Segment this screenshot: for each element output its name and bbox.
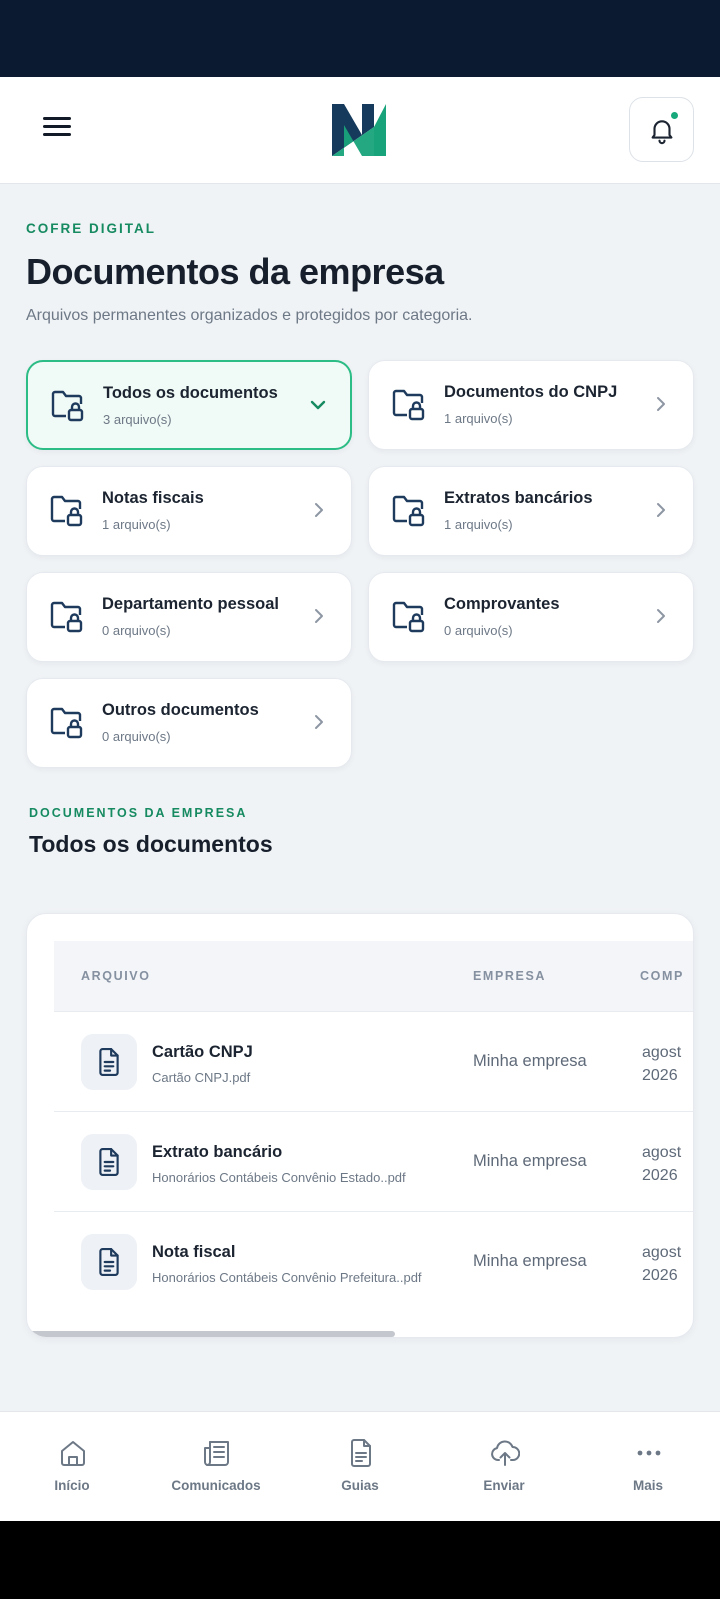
file-tile [81, 1034, 137, 1090]
file-filename: Honorários Contábeis Convênio Prefeitura… [152, 1270, 422, 1285]
category-name: Documentos do CNPJ [444, 383, 618, 401]
folder-lock-icon [392, 389, 425, 421]
chevron-down-icon [310, 400, 326, 410]
file-company: Minha empresa [473, 1052, 587, 1070]
category-count: 0 arquivo(s) [102, 729, 171, 744]
column-header-arquivo: ARQUIVO [81, 969, 151, 983]
home-icon [61, 1441, 85, 1466]
file-competencia: agost 2026 [642, 1141, 693, 1187]
competencia-year: 2026 [642, 1067, 678, 1084]
notification-dot [671, 112, 678, 119]
competencia-month: agost [642, 1144, 682, 1161]
more-dots-icon [637, 1450, 661, 1456]
file-company: Minha empresa [473, 1252, 587, 1270]
nav-item-inicio[interactable]: Início [0, 1412, 144, 1522]
notifications-button[interactable] [629, 97, 694, 162]
chevron-right-icon [315, 503, 323, 517]
hamburger-menu-icon[interactable] [38, 113, 78, 145]
file-company: Minha empresa [473, 1152, 587, 1170]
category-count: 3 arquivo(s) [103, 412, 172, 427]
category-name: Outros documentos [102, 701, 259, 719]
file-tile [81, 1234, 137, 1290]
folder-lock-icon [51, 390, 84, 422]
page-subtitle: Arquivos permanentes organizados e prote… [26, 307, 473, 324]
document-icon [99, 1248, 119, 1276]
chevron-right-icon [657, 397, 665, 411]
document-icon [99, 1148, 119, 1176]
app-header [0, 77, 720, 184]
category-name: Departamento pessoal [102, 595, 279, 613]
table-row[interactable]: Cartão CNPJ Cartão CNPJ.pdf Minha empres… [54, 1011, 693, 1111]
document-icon [99, 1048, 119, 1076]
category-count: 1 arquivo(s) [444, 411, 513, 426]
nav-label: Comunicados [171, 1478, 261, 1493]
file-competencia: agost 2026 [642, 1241, 693, 1287]
bottom-nav: Início Comunicados Guias Enviar Mais [0, 1411, 720, 1521]
nav-label: Enviar [483, 1478, 525, 1493]
table-row[interactable]: Nota fiscal Honorários Contábeis Convêni… [54, 1211, 693, 1311]
nav-item-enviar[interactable]: Enviar [432, 1412, 576, 1522]
file-title: Nota fiscal [152, 1243, 236, 1261]
nav-label: Início [54, 1478, 90, 1493]
competencia-year: 2026 [642, 1167, 678, 1184]
page-eyebrow: COFRE DIGITAL [26, 221, 156, 236]
page-title: Documentos da empresa [26, 251, 444, 292]
category-name: Extratos bancários [444, 489, 593, 507]
bell-icon [651, 119, 672, 144]
file-competencia: agost 2026 [642, 1041, 693, 1087]
chevron-right-icon [657, 609, 665, 623]
folder-lock-icon [50, 707, 83, 739]
file-filename: Honorários Contábeis Convênio Estado..pd… [152, 1170, 406, 1185]
category-name: Comprovantes [444, 595, 560, 613]
system-navigation-bar [0, 1521, 720, 1599]
folder-lock-icon [50, 601, 83, 633]
category-count: 0 arquivo(s) [444, 623, 513, 638]
competencia-year: 2026 [642, 1267, 678, 1284]
category-card-comprovantes[interactable]: Comprovantes 0 arquivo(s) [368, 572, 694, 662]
category-card-todos-os-documentos[interactable]: Todos os documentos 3 arquivo(s) [26, 360, 352, 450]
category-card-extratos-bancarios[interactable]: Extratos bancários 1 arquivo(s) [368, 466, 694, 556]
nav-item-mais[interactable]: Mais [576, 1412, 720, 1522]
category-count: 0 arquivo(s) [102, 623, 171, 638]
category-card-notas-fiscais[interactable]: Notas fiscais 1 arquivo(s) [26, 466, 352, 556]
document-icon [351, 1439, 371, 1467]
nav-label: Guias [341, 1478, 379, 1493]
app-logo [332, 104, 386, 156]
category-card-departamento-pessoal[interactable]: Departamento pessoal 0 arquivo(s) [26, 572, 352, 662]
column-header-empresa: EMPRESA [473, 969, 547, 983]
file-filename: Cartão CNPJ.pdf [152, 1070, 251, 1085]
column-header-competencia: COMP [640, 969, 684, 983]
category-count: 1 arquivo(s) [102, 517, 171, 532]
competencia-month: agost [642, 1244, 682, 1261]
chevron-right-icon [315, 609, 323, 623]
nav-label: Mais [632, 1478, 663, 1493]
category-card-outros-documentos[interactable]: Outros documentos 0 arquivo(s) [26, 678, 352, 768]
nav-item-comunicados[interactable]: Comunicados [144, 1412, 288, 1522]
competencia-month: agost [642, 1044, 682, 1061]
category-card-documentos-do-cnpj[interactable]: Documentos do CNPJ 1 arquivo(s) [368, 360, 694, 450]
category-name: Notas fiscais [102, 489, 204, 507]
cloud-upload-icon [491, 1440, 520, 1466]
category-name: Todos os documentos [103, 384, 278, 402]
chevron-right-icon [315, 715, 323, 729]
file-title: Extrato bancário [152, 1143, 283, 1161]
folder-lock-icon [392, 601, 425, 633]
category-count: 1 arquivo(s) [444, 517, 513, 532]
folder-lock-icon [392, 495, 425, 527]
table-header: ARQUIVO EMPRESA COMP [54, 941, 693, 1011]
folder-lock-icon [50, 495, 83, 527]
horizontal-scrollbar[interactable] [27, 1331, 395, 1337]
documents-section-title: Todos os documentos [29, 831, 273, 857]
table-row[interactable]: Extrato bancário Honorários Contábeis Co… [54, 1111, 693, 1211]
documents-eyebrow: DOCUMENTOS DA EMPRESA [29, 806, 248, 820]
documents-table: ARQUIVO EMPRESA COMP Cartão CNPJ Cartão … [26, 913, 694, 1338]
file-tile [81, 1134, 137, 1190]
file-title: Cartão CNPJ [152, 1043, 253, 1061]
status-bar [0, 0, 720, 77]
chevron-right-icon [657, 503, 665, 517]
newspaper-icon [204, 1441, 229, 1466]
nav-item-guias[interactable]: Guias [288, 1412, 432, 1522]
